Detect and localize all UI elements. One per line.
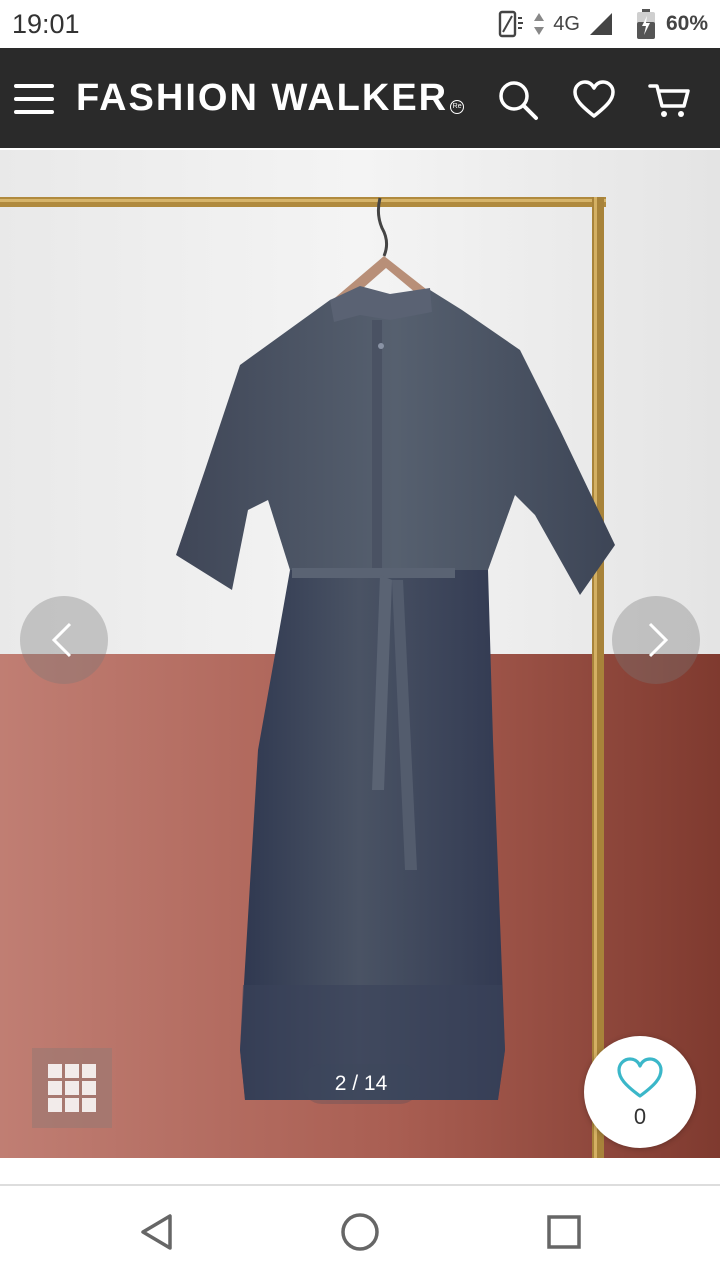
logo-mark: Re — [450, 100, 465, 114]
app-header: FASHION WALKER Re — [0, 48, 720, 148]
brand-logo[interactable]: FASHION WALKER Re — [76, 76, 465, 120]
status-bar: 19:01 4G 60% — [0, 0, 720, 48]
favorite-button[interactable]: 0 — [584, 1036, 696, 1148]
data-arrows-icon — [534, 13, 545, 35]
back-icon[interactable] — [134, 1208, 182, 1256]
system-navigation-bar — [0, 1186, 720, 1280]
status-time: 19:01 — [12, 9, 80, 39]
menu-icon[interactable] — [14, 82, 54, 116]
previous-image-button[interactable] — [20, 596, 108, 684]
network-type: 4G — [553, 12, 580, 35]
battery-percent: 60% — [665, 12, 708, 35]
search-icon[interactable] — [496, 78, 540, 122]
cart-icon[interactable] — [648, 78, 692, 122]
recents-icon[interactable] — [540, 1208, 588, 1256]
heart-outline-icon — [617, 1057, 663, 1098]
screen-rotation-icon — [499, 10, 524, 38]
next-image-button[interactable] — [612, 596, 700, 684]
logo-text: FASHION WALKER — [76, 77, 449, 119]
chevron-right-icon — [648, 622, 669, 658]
signal-icon — [589, 13, 612, 35]
image-counter: 2 / 14 — [302, 1064, 420, 1104]
home-icon[interactable] — [336, 1208, 384, 1256]
product-photo — [0, 150, 720, 1158]
heart-icon[interactable] — [572, 78, 616, 122]
battery-icon — [636, 9, 655, 39]
thumbnail-grid-button[interactable] — [32, 1048, 112, 1128]
chevron-left-icon — [51, 622, 72, 658]
status-indicators: 4G 60% — [495, 8, 708, 40]
grid-icon — [48, 1064, 96, 1112]
product-image-gallery[interactable]: 2 / 14 0 — [0, 150, 720, 1158]
favorite-count: 0 — [633, 1104, 647, 1129]
